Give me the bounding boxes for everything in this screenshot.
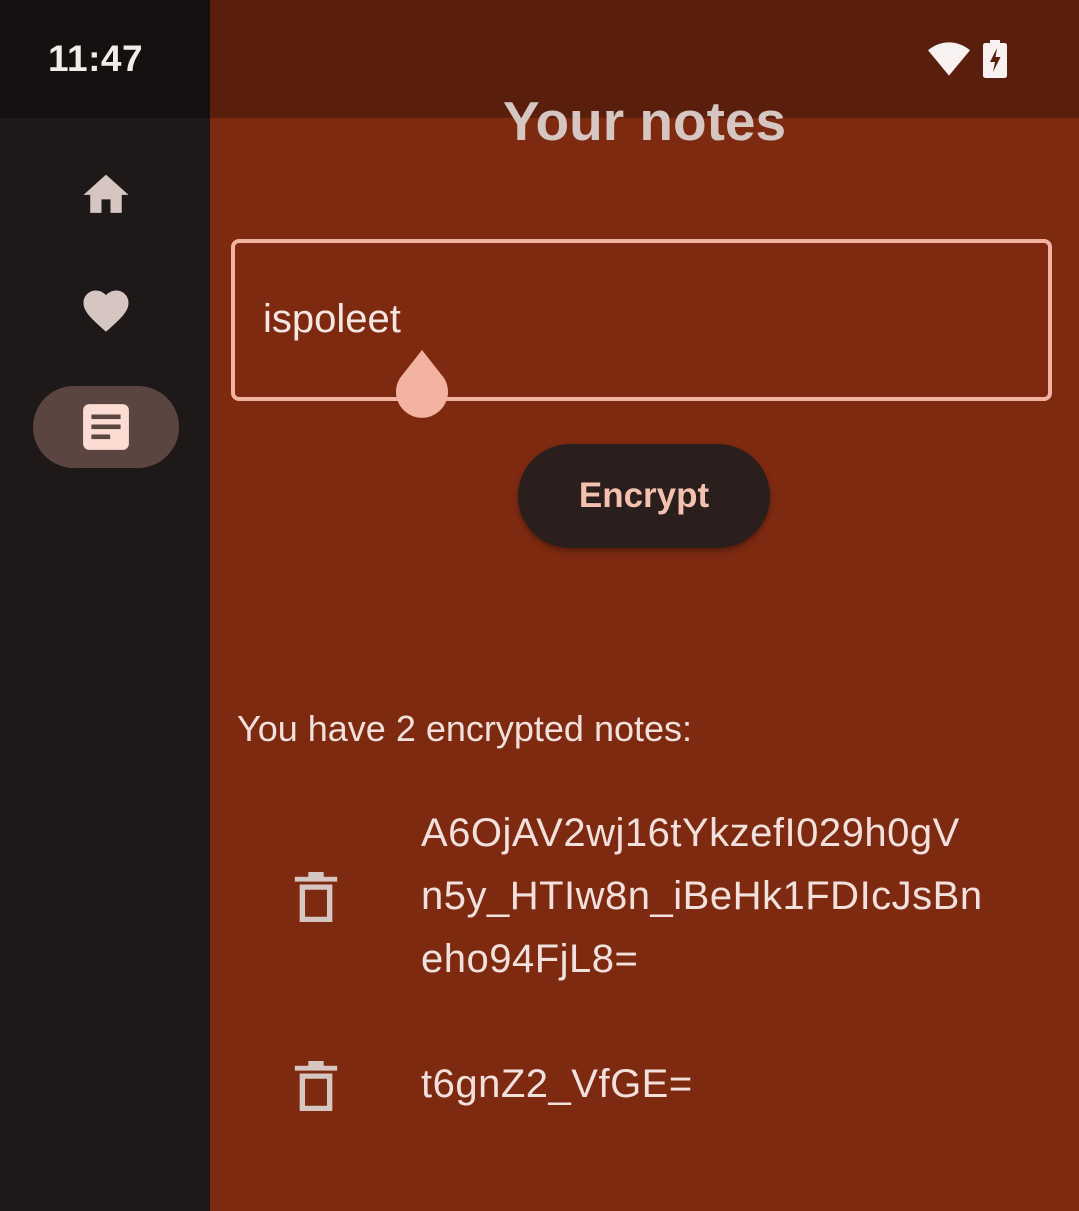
note-input-field[interactable]	[231, 239, 1052, 401]
nav-notes-button[interactable]	[33, 386, 179, 468]
note-text: t6gnZ2_VfGE=	[421, 1062, 693, 1106]
note-item: t6gnZ2_VfGE=	[210, 1050, 1079, 1130]
home-icon	[83, 174, 129, 213]
page-title: Your notes	[502, 90, 787, 152]
note-text: A6OjAV2wj16tYkzefI029h0gV n5y_HTIw8n_iBe…	[421, 811, 983, 981]
delete-icon[interactable]	[294, 1061, 338, 1111]
nav-home-button[interactable]	[33, 155, 179, 237]
text-cursor-handle[interactable]	[392, 350, 452, 420]
delete-icon[interactable]	[294, 872, 338, 922]
encrypt-button[interactable]: Encrypt	[518, 444, 770, 548]
note-item: A6OjAV2wj16tYkzefI029h0gV n5y_HTIw8n_iBe…	[210, 800, 1079, 1000]
notes-icon	[83, 404, 129, 450]
wifi-icon	[928, 42, 970, 76]
navigation-rail	[0, 0, 210, 1211]
nav-favorites-button[interactable]	[33, 272, 179, 354]
notes-count-label: You have 2 encrypted notes:	[237, 708, 693, 749]
battery-charging-icon	[983, 40, 1007, 78]
notes-screen: 11:47 Your notes Encrypt You have 2 encr…	[0, 0, 1079, 1211]
note-input[interactable]	[263, 297, 1003, 342]
status-time: 11:47	[48, 38, 144, 79]
heart-icon	[83, 290, 129, 332]
